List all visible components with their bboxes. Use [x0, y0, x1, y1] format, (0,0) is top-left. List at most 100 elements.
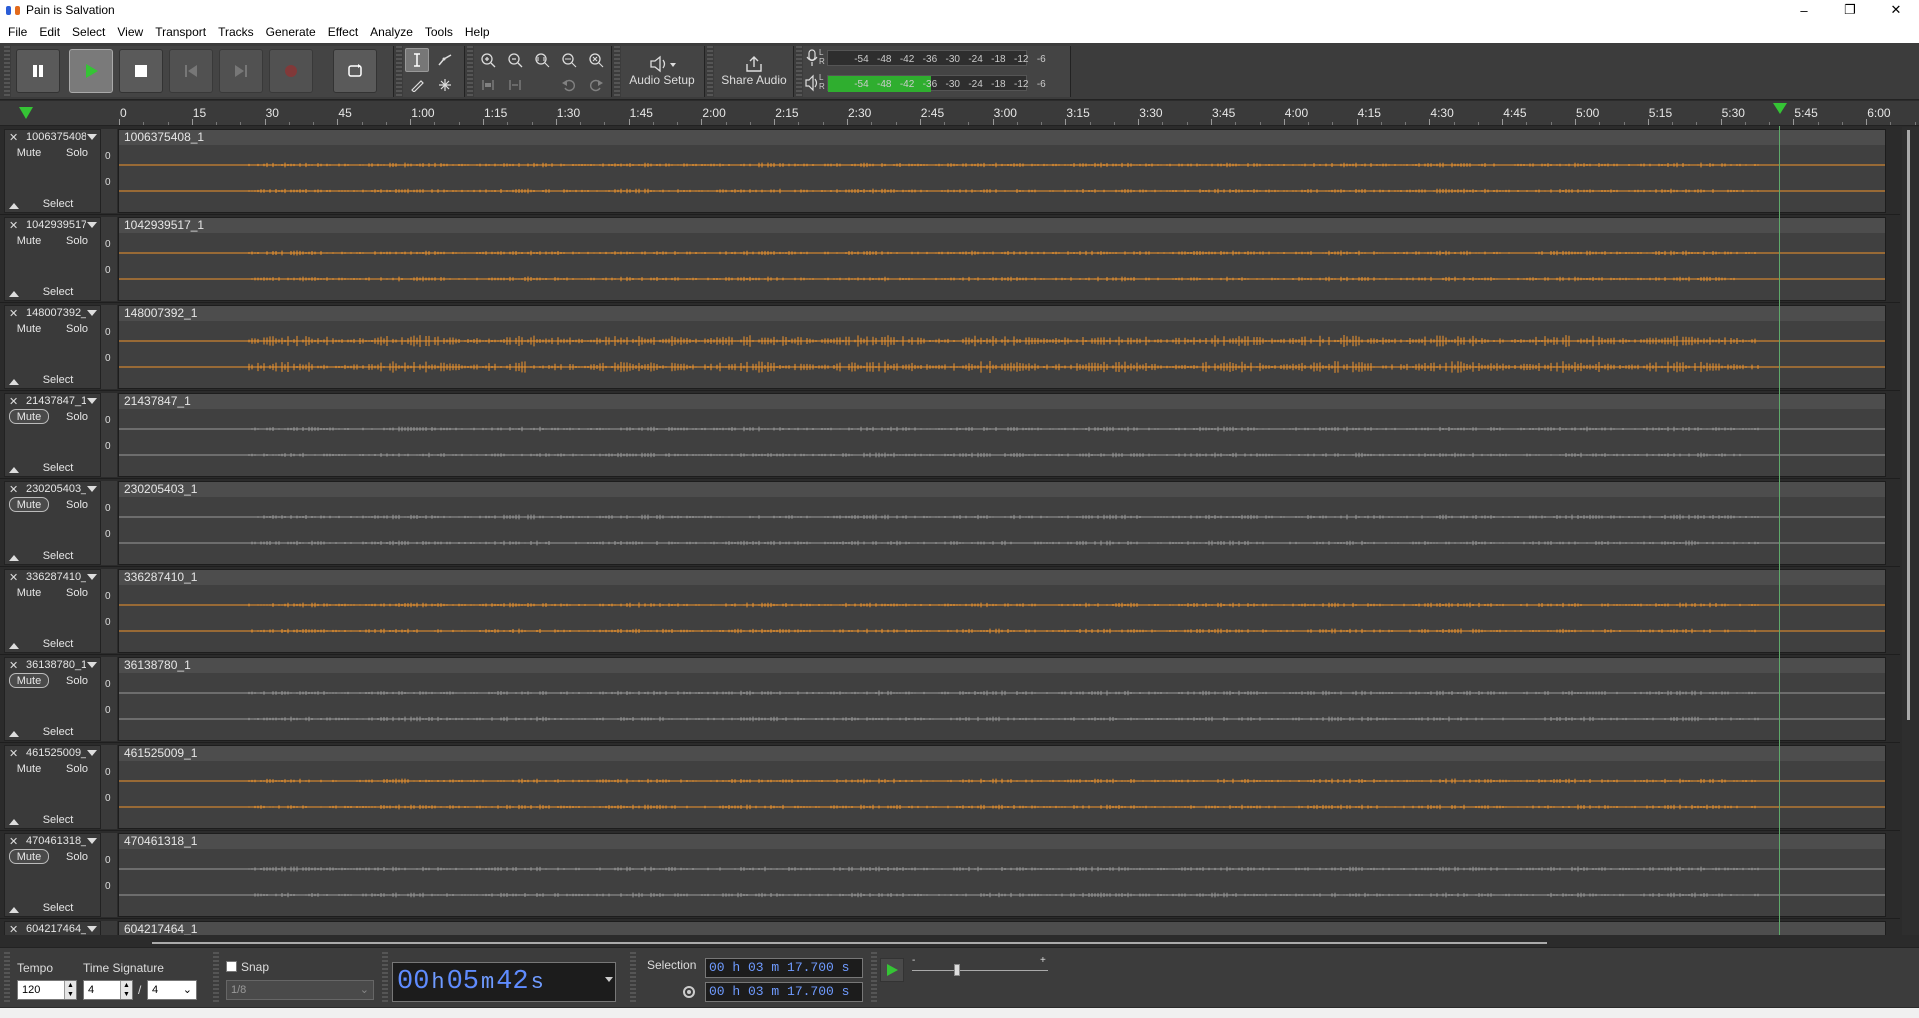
track[interactable]: ✕ 1006375408 Mute Solo Select 0 0 1006375408_1: [0, 127, 1900, 215]
waveform[interactable]: [119, 585, 1885, 653]
stop-button[interactable]: [119, 49, 163, 93]
track-control-panel[interactable]: ✕604217464_1MuteSoloSelect: [4, 921, 101, 935]
selection-start-time[interactable]: 00 h 03 m 17.700 s: [705, 958, 863, 978]
transport-grip[interactable]: [4, 46, 10, 97]
collapse-track-icon[interactable]: [9, 907, 19, 913]
track-menu-icon[interactable]: [87, 222, 97, 228]
redo-button[interactable]: [584, 73, 608, 97]
waveform[interactable]: [119, 409, 1885, 477]
share-audio-grip[interactable]: [707, 46, 713, 97]
audio-clip[interactable]: 1042939517_1: [118, 217, 1886, 301]
speed-slider-track[interactable]: [912, 970, 1048, 971]
audio-clip[interactable]: 1006375408_1: [118, 129, 1886, 213]
track[interactable]: ✕ 148007392_ Mute Solo Select 0 0 148007392_1: [0, 303, 1900, 391]
record-meter[interactable]: LR -54 -48 -42 -36 -30 -24 -18 -12 -6: [805, 48, 1046, 68]
play-at-speed-grip[interactable]: [871, 952, 877, 1004]
track-name[interactable]: 230205403_: [26, 483, 86, 495]
solo-button[interactable]: Solo: [57, 849, 97, 864]
playback-meter[interactable]: LR -54 -48 -42 -36 -30 -24 -18 -12 -6: [805, 73, 1046, 93]
solo-button[interactable]: Solo: [57, 409, 97, 424]
loop-button[interactable]: [333, 49, 377, 93]
close-track-icon[interactable]: ✕: [9, 219, 18, 232]
share-audio-button[interactable]: Share Audio: [718, 47, 790, 95]
solo-button[interactable]: Solo: [57, 761, 97, 776]
tempo-spinner-icon[interactable]: ▲ ▼: [64, 981, 76, 999]
time-signature-denominator[interactable]: 4 ⌄: [147, 980, 197, 1000]
collapse-track-icon[interactable]: [9, 203, 19, 209]
collapse-track-icon[interactable]: [9, 643, 19, 649]
track-menu-icon[interactable]: [87, 838, 97, 844]
clip-title[interactable]: 230205403_1: [119, 482, 1885, 497]
silence-audio-button[interactable]: [503, 73, 527, 97]
track-menu-icon[interactable]: [87, 750, 97, 756]
select-track-button[interactable]: Select: [23, 373, 93, 387]
multi-tool-button[interactable]: [433, 73, 457, 97]
track-name[interactable]: 604217464_1: [26, 923, 86, 935]
collapse-track-icon[interactable]: [9, 467, 19, 473]
track-control-panel[interactable]: ✕ 336287410_ Mute Solo Select: [4, 569, 101, 653]
track-name[interactable]: 1006375408: [26, 131, 86, 143]
mute-button[interactable]: Mute: [9, 497, 49, 512]
close-track-icon[interactable]: ✕: [9, 307, 18, 320]
clip-title[interactable]: 336287410_1: [119, 570, 1885, 585]
horizontal-scrollbar[interactable]: [0, 935, 1900, 947]
time-signature-grip[interactable]: [4, 952, 10, 1004]
vertical-scrollbar[interactable]: [1902, 127, 1919, 935]
record-button[interactable]: [269, 49, 313, 93]
waveform[interactable]: [119, 233, 1885, 301]
meter-grip[interactable]: [796, 46, 802, 97]
pause-button[interactable]: [16, 49, 60, 93]
chevron-down-icon[interactable]: [605, 977, 613, 982]
speed-slider-thumb[interactable]: [954, 964, 960, 976]
track-control-panel[interactable]: ✕ 21437847_1 Mute Solo Select: [4, 393, 101, 477]
menu-select[interactable]: Select: [66, 25, 111, 39]
track-menu-icon[interactable]: [87, 398, 97, 404]
track[interactable]: ✕ 36138780_1 Mute Solo Select 0 0 36138780_1: [0, 655, 1900, 743]
track-menu-icon[interactable]: [87, 662, 97, 668]
clip-title[interactable]: 470461318_1: [119, 834, 1885, 849]
skip-to-start-button[interactable]: [169, 49, 213, 93]
select-track-button[interactable]: Select: [23, 285, 93, 299]
track-name[interactable]: 148007392_: [26, 307, 86, 319]
numerator-spinner-icon[interactable]: ▲ ▼: [120, 981, 132, 999]
snap-grip[interactable]: [213, 952, 219, 1004]
gear-icon[interactable]: [680, 983, 698, 1001]
mute-button[interactable]: Mute: [9, 233, 49, 248]
close-track-icon[interactable]: ✕: [9, 483, 18, 496]
track-menu-icon[interactable]: [87, 486, 97, 492]
selection-end-time[interactable]: 00 h 03 m 17.700 s: [705, 982, 863, 1002]
solo-button[interactable]: Solo: [57, 233, 97, 248]
track-control-panel[interactable]: ✕ 1042939517 Mute Solo Select: [4, 217, 101, 301]
audio-clip[interactable]: 470461318_1: [118, 833, 1886, 917]
skip-to-end-button[interactable]: [219, 49, 263, 93]
collapse-track-icon[interactable]: [9, 731, 19, 737]
menu-generate[interactable]: Generate: [260, 25, 322, 39]
menu-effect[interactable]: Effect: [322, 25, 364, 39]
waveform[interactable]: [119, 761, 1885, 829]
select-track-button[interactable]: Select: [23, 549, 93, 563]
track-name[interactable]: 470461318_: [26, 835, 86, 847]
track-name[interactable]: 21437847_1: [26, 395, 86, 407]
collapse-track-icon[interactable]: [9, 379, 19, 385]
audio-clip[interactable]: 230205403_1: [118, 481, 1886, 565]
playhead-marker-icon[interactable]: [1772, 102, 1788, 116]
track[interactable]: ✕ 21437847_1 Mute Solo Select 0 0 21437847_1: [0, 391, 1900, 479]
audio-setup-button[interactable]: Audio Setup: [626, 47, 698, 95]
clip-title[interactable]: 604217464_1: [119, 922, 1885, 935]
timeline-ruler[interactable]: 0 15 30 45 1:00 1:15 1:30 1:45 2:00 2:15 2:30 2:45 3…: [0, 101, 1919, 126]
track-control-panel[interactable]: ✕ 36138780_1 Mute Solo Select: [4, 657, 101, 741]
play-at-speed-button[interactable]: [880, 958, 904, 982]
minimize-button[interactable]: –: [1781, 0, 1827, 20]
clip-title[interactable]: 148007392_1: [119, 306, 1885, 321]
undo-button[interactable]: [557, 73, 581, 97]
audio-clip[interactable]: 336287410_1: [118, 569, 1886, 653]
track-control-panel[interactable]: ✕ 1006375408 Mute Solo Select: [4, 129, 101, 213]
track-name[interactable]: 36138780_1: [26, 659, 86, 671]
tempo-input[interactable]: 120 ▲ ▼: [17, 980, 77, 1000]
clip-title[interactable]: 1006375408_1: [119, 130, 1885, 145]
audio-clip[interactable]: 461525009_1: [118, 745, 1886, 829]
waveform[interactable]: [119, 321, 1885, 389]
track-menu-icon[interactable]: [87, 310, 97, 316]
clip-title[interactable]: 21437847_1: [119, 394, 1885, 409]
track-control-panel[interactable]: ✕ 470461318_ Mute Solo Select: [4, 833, 101, 917]
